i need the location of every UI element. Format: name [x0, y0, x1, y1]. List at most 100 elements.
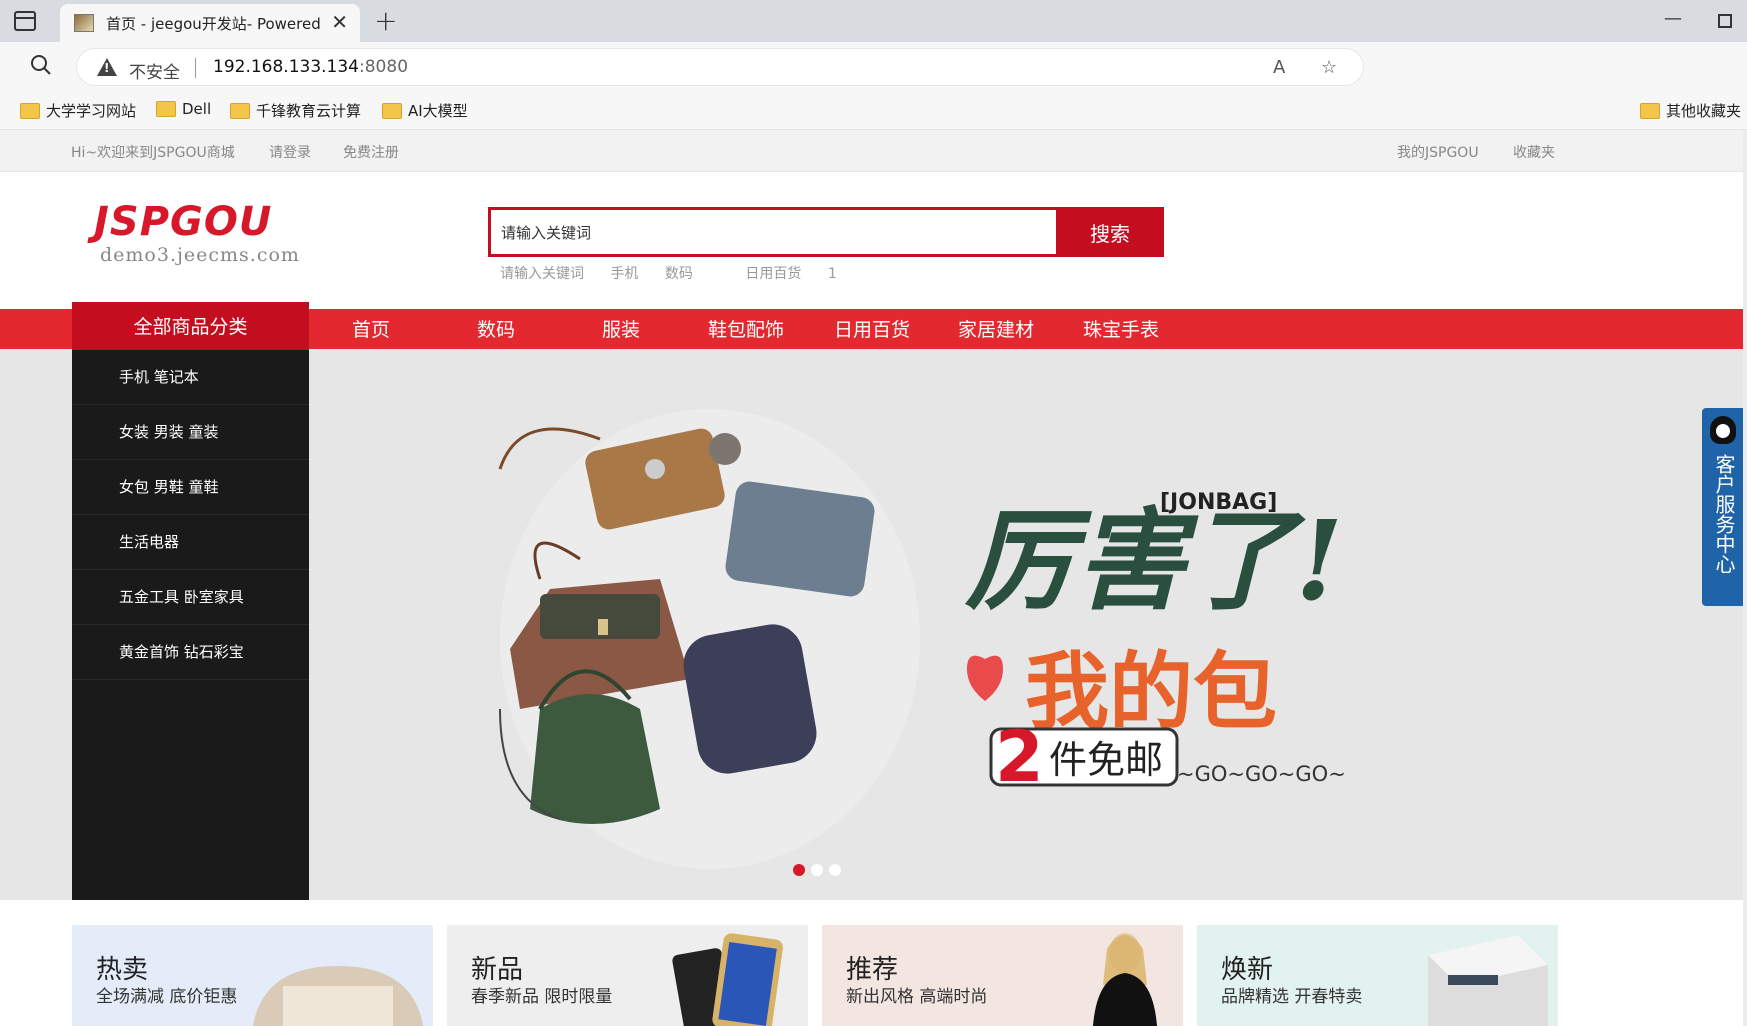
nav-item[interactable]: 数码	[477, 315, 515, 342]
promo-tile-renew[interactable]: 焕新 品牌精选 开春特卖	[1197, 925, 1558, 1026]
register-link[interactable]: 免费注册	[343, 142, 399, 162]
divider	[195, 58, 196, 78]
carousel-dot[interactable]	[829, 864, 841, 876]
logo-sub: demo3.jeecms.com	[100, 244, 300, 266]
folder-icon	[230, 102, 250, 119]
folder-icon	[1640, 102, 1660, 119]
bookmark-label: AI大模型	[408, 102, 468, 120]
favorites-link[interactable]: 收藏夹	[1513, 142, 1555, 162]
bed-image	[253, 966, 423, 1026]
hot-keyword[interactable]: 1	[828, 266, 837, 282]
hot-keywords: 请输入关键词 手机 数码 日用百货 1	[500, 263, 859, 283]
nav-item[interactable]: 家居建材	[958, 315, 1034, 342]
maximize-icon[interactable]	[1718, 14, 1732, 28]
site-favicon-icon	[74, 14, 94, 32]
promo-tile-recommend[interactable]: 推荐 新出风格 高端时尚	[822, 925, 1183, 1026]
search-box: 搜索	[488, 207, 1164, 257]
site-top-bar: Hi~欢迎来到JSPGOU商城 请登录 免费注册 我的JSPGOU 收藏夹	[0, 130, 1747, 172]
bookmark-item[interactable]: AI大模型	[382, 100, 468, 121]
logo-main: JSPGOU	[94, 199, 273, 245]
model-image	[1093, 933, 1157, 1026]
address-bar-row: 不安全 192.168.133.134:8080 A ☆ ⚙ ◫ ☆ ⧉ ♡ ⋯	[0, 42, 1747, 125]
slogan-artwork: [JONBAG] 厉害了! 我的包 2 件免邮 ~GO~GO~GO~	[964, 490, 1346, 798]
tab-actions-icon[interactable]	[14, 11, 36, 31]
browser-tab-bar: 首页 - jeegou开发站- Powered by ✕ + —	[0, 0, 1747, 42]
scrollbar[interactable]	[1743, 130, 1747, 1026]
promo-subtitle: 春季新品 限时限量	[471, 987, 613, 1007]
bookmark-label: 其他收藏夹	[1666, 102, 1742, 120]
tab-title: 首页 - jeegou开发站- Powered by	[106, 15, 326, 33]
welcome-text: Hi~欢迎来到JSPGOU商城	[71, 145, 235, 161]
search-input[interactable]	[501, 219, 1041, 245]
banner-tail: ~GO~GO~GO~	[1177, 762, 1346, 786]
promo-subtitle: 品牌精选 开春特卖	[1221, 987, 1363, 1007]
url-host: 192.168.133.134	[213, 57, 360, 77]
promo-subtitle: 全场满减 底价钜惠	[96, 987, 238, 1007]
promo-title: 推荐	[846, 955, 899, 985]
bookmark-label: 千锋教育云计算	[256, 102, 362, 120]
nav-item[interactable]: 首页	[352, 315, 390, 342]
nav-item[interactable]: 鞋包配饰	[708, 315, 784, 342]
category-item[interactable]: 女装 男装 童装	[72, 405, 309, 460]
carousel-dot[interactable]	[811, 864, 823, 876]
close-tab-icon[interactable]: ✕	[331, 10, 348, 34]
login-link[interactable]: 请登录	[269, 142, 311, 162]
bookmark-label: 大学学习网站	[46, 102, 137, 120]
folder-icon	[382, 102, 402, 119]
nav-item[interactable]: 珠宝手表	[1083, 315, 1159, 342]
other-bookmarks[interactable]: 其他收藏夹	[1640, 100, 1741, 121]
banner-line1: 厉害了!	[964, 496, 1343, 625]
favorite-star-icon[interactable]: ☆	[1321, 57, 1337, 78]
url-field[interactable]: 不安全 192.168.133.134:8080 A ☆	[76, 48, 1364, 86]
bookmarks-bar: 大学学习网站 Dell 千锋教育云计算 AI大模型 其他收藏夹	[0, 92, 1747, 130]
bookmark-item[interactable]: Dell	[156, 100, 211, 118]
warning-icon[interactable]	[97, 58, 117, 76]
promo-title: 新品	[471, 955, 524, 985]
phone-image	[672, 933, 783, 1026]
folder-icon	[20, 102, 40, 119]
bags-illustration	[498, 409, 920, 869]
url-text[interactable]: 192.168.133.134:8080	[213, 57, 408, 77]
search-button[interactable]: 搜索	[1056, 207, 1164, 257]
hot-keyword[interactable]: 手机	[610, 266, 638, 282]
category-item[interactable]: 五金工具 卧室家具	[72, 570, 309, 625]
promo-title: 热卖	[96, 955, 149, 985]
category-sidebar: 全部商品分类 手机 笔记本 女装 男装 童装 女包 男鞋 童鞋 生活电器 五金工…	[72, 302, 309, 900]
washing-machine-image	[1428, 935, 1548, 1026]
my-account-link[interactable]: 我的JSPGOU	[1397, 142, 1479, 162]
carousel-dot[interactable]	[793, 864, 805, 876]
new-tab-icon[interactable]: +	[374, 4, 397, 37]
category-header[interactable]: 全部商品分类	[72, 302, 309, 350]
category-item[interactable]: 手机 笔记本	[72, 350, 309, 405]
banner-line2: 我的包	[1025, 642, 1277, 741]
hot-keyword[interactable]: 日用百货	[745, 266, 801, 282]
promo-tile-new[interactable]: 新品 春季新品 限时限量	[447, 925, 808, 1026]
carousel-dots	[793, 861, 847, 880]
promo-tile-hot[interactable]: 热卖 全场满减 底价钜惠	[72, 925, 433, 1026]
url-port: :8080	[359, 57, 409, 77]
promo-title: 焕新	[1221, 955, 1274, 985]
bookmark-item[interactable]: 千锋教育云计算	[230, 100, 361, 121]
read-aloud-icon[interactable]: A	[1273, 57, 1285, 78]
category-item[interactable]: 生活电器	[72, 515, 309, 570]
banner-badge-text: 件免邮	[1049, 738, 1163, 782]
hot-keyword[interactable]: 数码	[665, 266, 693, 282]
bookmark-label: Dell	[182, 100, 212, 118]
nav-item[interactable]: 日用百货	[834, 315, 910, 342]
nav-item[interactable]: 服装	[602, 315, 640, 342]
insecure-label[interactable]: 不安全	[129, 58, 180, 83]
category-item[interactable]: 女包 男鞋 童鞋	[72, 460, 309, 515]
customer-service-label: 客户服务中心	[1712, 454, 1736, 574]
site-logo[interactable]: JSPGOU demo3.jeecms.com	[94, 200, 300, 266]
customer-service-widget[interactable]: 客户服务中心	[1702, 408, 1743, 606]
search-icon[interactable]	[30, 54, 52, 76]
category-item[interactable]: 黄金首饰 钻石彩宝	[72, 625, 309, 680]
minimize-icon[interactable]: —	[1664, 8, 1682, 29]
qq-penguin-icon	[1710, 416, 1736, 444]
hot-keyword[interactable]: 请输入关键词	[500, 266, 584, 282]
promo-subtitle: 新出风格 高端时尚	[846, 987, 988, 1007]
browser-tab[interactable]: 首页 - jeegou开发站- Powered by ✕	[60, 4, 360, 42]
banner-badge-num: 2	[995, 716, 1044, 798]
bookmark-item[interactable]: 大学学习网站	[20, 100, 136, 121]
folder-icon	[156, 101, 176, 117]
